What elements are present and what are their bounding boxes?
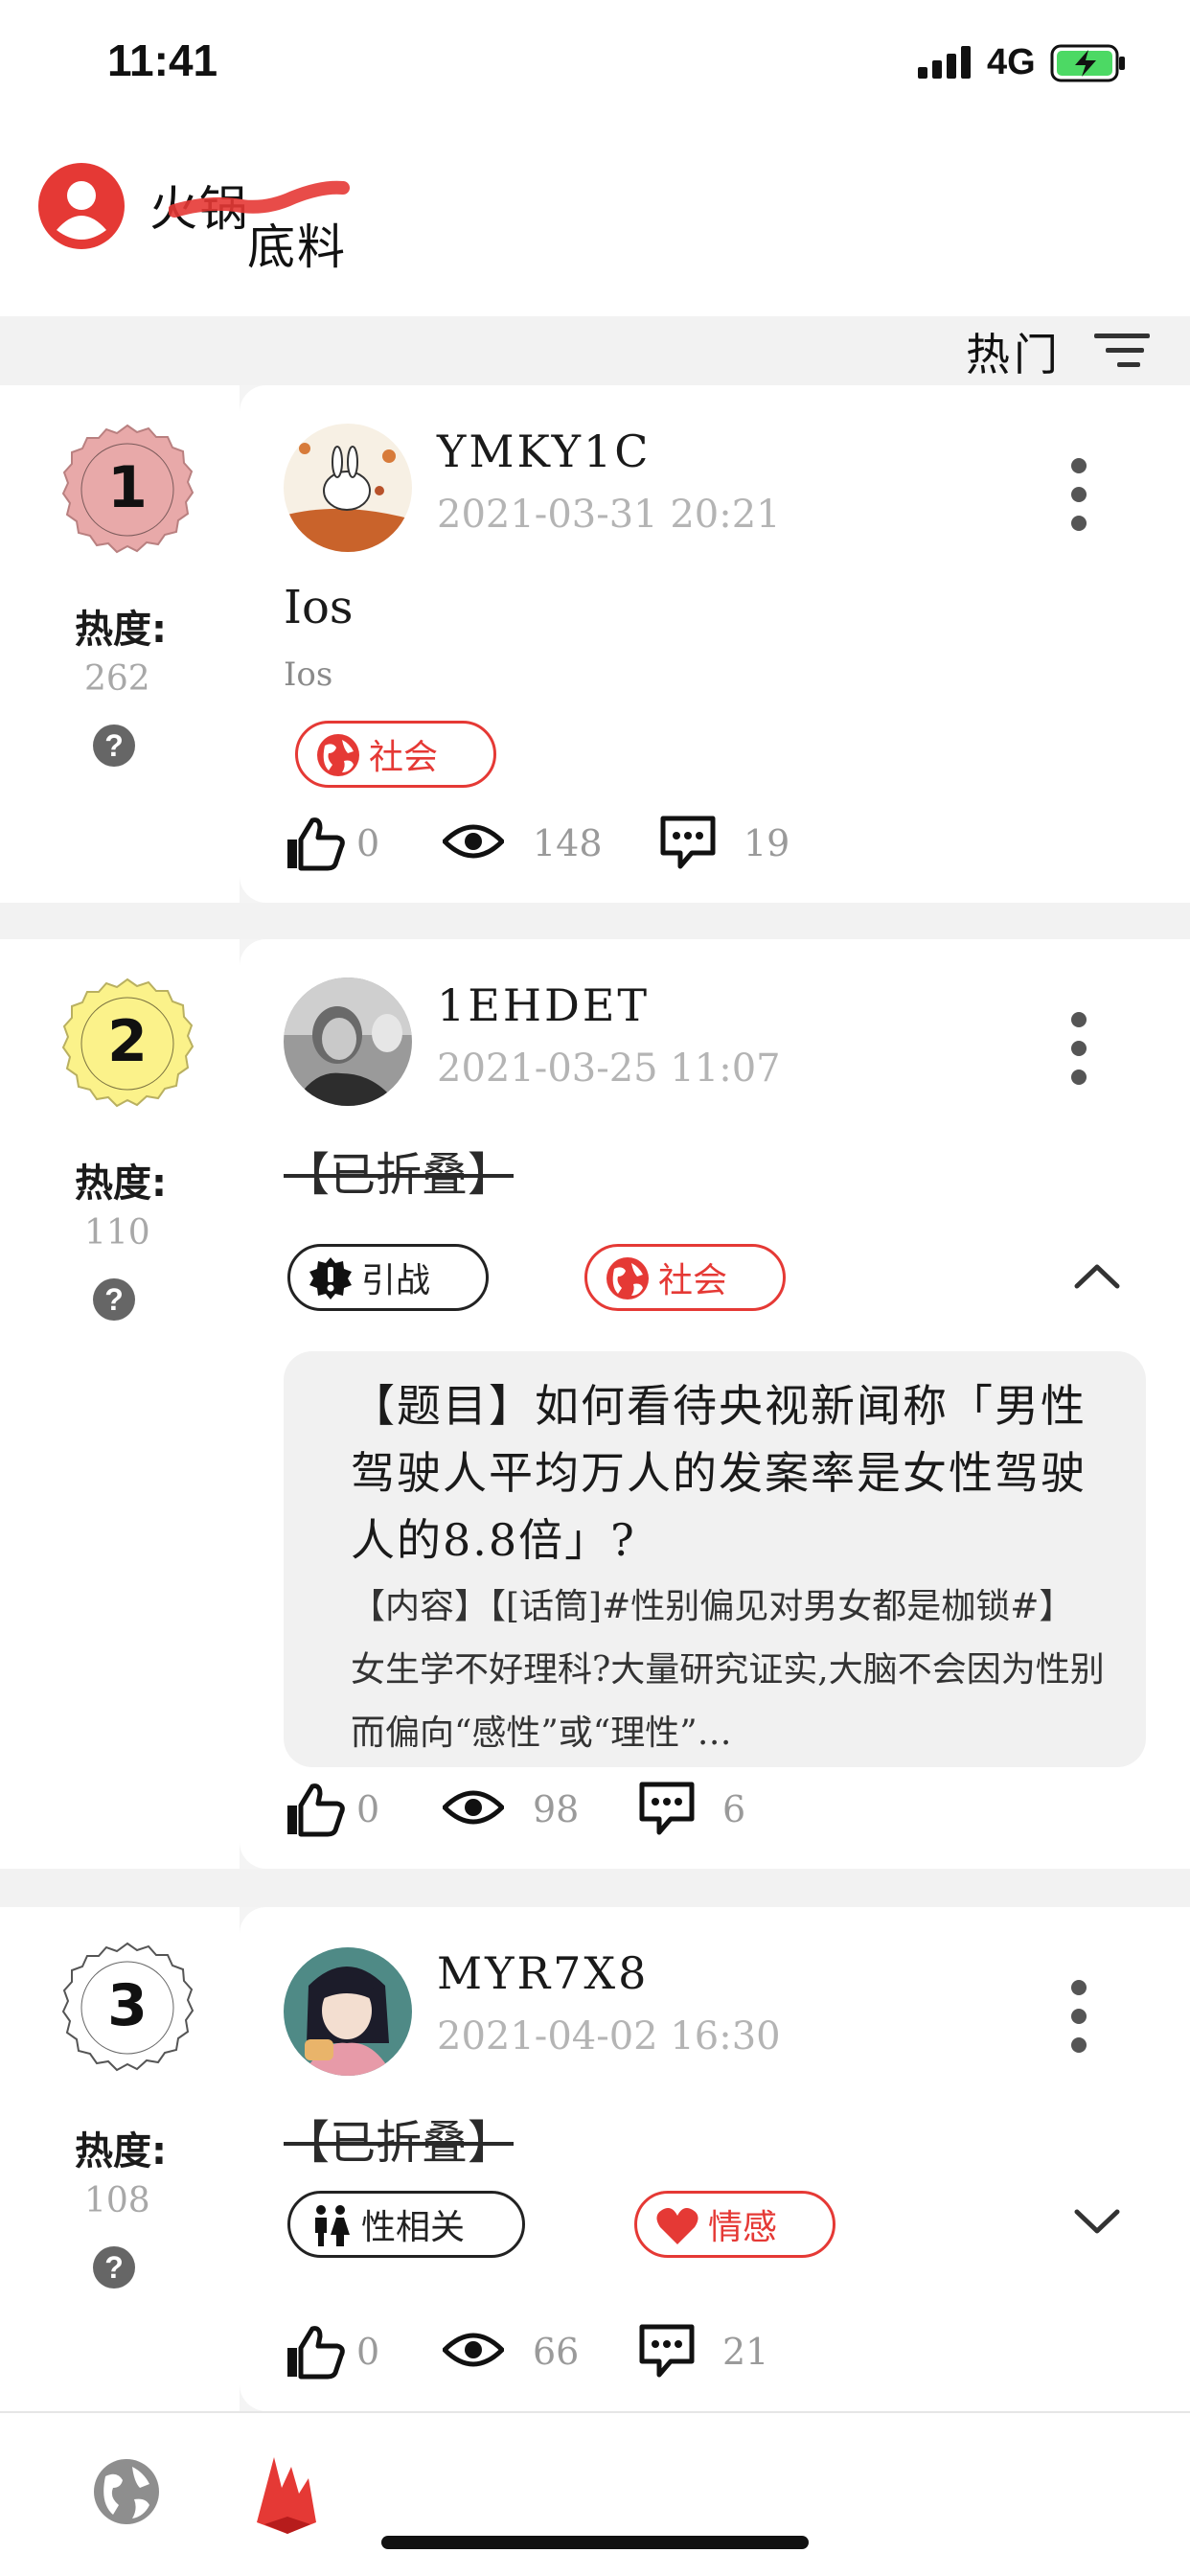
chevron-up-icon[interactable] xyxy=(1073,1261,1121,1290)
heat-value: 262 xyxy=(84,659,150,699)
battery-charging-icon xyxy=(1050,44,1125,82)
help-icon[interactable]: ? xyxy=(93,724,135,767)
tag-society[interactable]: 社会 xyxy=(295,721,496,788)
heat-value: 108 xyxy=(84,2181,150,2220)
more-options-icon[interactable] xyxy=(1060,1012,1098,1098)
eye-icon xyxy=(443,2333,504,2367)
user-profile-icon[interactable] xyxy=(38,163,125,249)
post-time: 2021-03-25 11:07 xyxy=(437,1046,781,1091)
thumbs-up-icon[interactable] xyxy=(284,1781,347,1838)
quoted-topic[interactable]: 【题目】如何看待央视新闻称「男性驾驶人平均万人的发案率是女性驾驶人的8.8倍」?… xyxy=(284,1351,1146,1767)
view-count: 98 xyxy=(533,1788,580,1830)
heat-label: 热度: xyxy=(75,608,167,652)
eye-icon xyxy=(443,1790,504,1825)
post-stats: 0 148 19 xyxy=(284,815,1146,882)
heat-label: 热度: xyxy=(75,2129,167,2174)
tag-label: 情感 xyxy=(708,2208,778,2247)
quote-body: 【内容】【[话筒]#性别偏见对男女都是枷锁#】女生学不好理科?大量研究证实,大脑… xyxy=(351,1587,1105,1753)
rank-column: 1 热度: 262 ? xyxy=(0,385,240,903)
author-avatar[interactable] xyxy=(284,1947,412,2076)
post-stats: 0 66 21 xyxy=(284,2323,1146,2390)
filter-icon[interactable] xyxy=(1094,330,1152,372)
like-count: 0 xyxy=(356,2331,380,2373)
comment-count: 6 xyxy=(722,1788,746,1830)
post-time: 2021-04-02 16:30 xyxy=(437,2014,781,2058)
post-title[interactable]: Ios xyxy=(284,581,354,634)
post-content: YMKY1C 2021-03-31 20:21 Ios Ios 社会 0 148 xyxy=(240,385,1190,903)
comment-count: 19 xyxy=(744,822,790,864)
app-header: 火锅 底料 xyxy=(0,125,1190,316)
like-count: 0 xyxy=(356,1788,380,1830)
post-card[interactable]: 2 热度: 110 ? 1EHDET 2021-03-25 11:07 【已折叠… xyxy=(0,939,1190,1869)
view-count: 66 xyxy=(533,2331,580,2373)
post-content: MYR7X8 2021-04-02 16:30 【已折叠】 性相关 情感 0 6… xyxy=(240,1907,1190,2411)
tag-label: 引战 xyxy=(361,1261,431,1300)
rank-column: 3 热度: 108 ? xyxy=(0,1907,240,2411)
thumbs-up-icon[interactable] xyxy=(284,815,347,872)
tag-emotion[interactable]: 情感 xyxy=(634,2191,835,2258)
author-avatar[interactable] xyxy=(284,424,412,552)
author-avatar[interactable] xyxy=(284,978,412,1106)
status-bar: 11:41 4G xyxy=(0,0,1190,125)
view-count: 148 xyxy=(533,822,603,864)
cellular-signal-icon xyxy=(918,46,971,79)
post-subtitle: Ios xyxy=(284,656,333,694)
tag-society[interactable]: 社会 xyxy=(584,1244,786,1311)
brand-scribble-mark xyxy=(169,180,350,218)
more-options-icon[interactable] xyxy=(1060,458,1098,544)
eye-icon xyxy=(443,824,504,859)
card-separator xyxy=(0,903,1190,939)
card-separator xyxy=(0,1869,1190,1907)
status-time: 11:41 xyxy=(107,35,218,85)
sort-bar: 热门 xyxy=(0,316,1190,385)
thumbs-up-icon[interactable] xyxy=(284,2323,347,2380)
author-name[interactable]: 1EHDET xyxy=(437,979,650,1031)
globe-tab-icon[interactable] xyxy=(92,2457,161,2526)
network-type: 4G xyxy=(987,42,1036,82)
heat-label: 热度: xyxy=(75,1162,167,1206)
post-card[interactable]: 1 热度: 262 ? YMKY1C 2021-03-31 20:21 Ios … xyxy=(0,385,1190,903)
folded-title[interactable]: 【已折叠】 xyxy=(284,2104,514,2172)
more-options-icon[interactable] xyxy=(1060,1980,1098,2066)
globe-icon xyxy=(606,1257,649,1300)
rank-number: 1 xyxy=(107,454,148,521)
chevron-down-icon[interactable] xyxy=(1073,2208,1121,2237)
sort-hot-label[interactable]: 热门 xyxy=(966,320,1062,383)
help-icon[interactable]: ? xyxy=(93,1278,135,1321)
tag-sex-related[interactable]: 性相关 xyxy=(287,2191,525,2258)
tag-label: 社会 xyxy=(369,738,439,777)
rank-column: 2 热度: 110 ? xyxy=(0,939,240,1869)
tag-label: 性相关 xyxy=(361,2208,466,2247)
help-icon[interactable]: ? xyxy=(93,2246,135,2288)
fire-tab-icon[interactable] xyxy=(253,2450,320,2536)
comment-icon[interactable] xyxy=(638,1781,696,1836)
heart-icon xyxy=(656,2208,698,2244)
author-name[interactable]: MYR7X8 xyxy=(437,1947,649,1999)
tag-label: 社会 xyxy=(658,1261,728,1300)
tag-flame-war[interactable]: 引战 xyxy=(287,1244,489,1311)
comment-icon[interactable] xyxy=(638,2323,696,2379)
post-content: 1EHDET 2021-03-25 11:07 【已折叠】 引战 社会 【题目】… xyxy=(240,939,1190,1869)
folded-title[interactable]: 【已折叠】 xyxy=(284,1137,514,1204)
alert-badge-icon xyxy=(309,1257,352,1300)
author-name[interactable]: YMKY1C xyxy=(437,426,651,477)
post-card[interactable]: 3 热度: 108 ? MYR7X8 2021-04-02 16:30 【已折叠… xyxy=(0,1907,1190,2411)
quote-title: 【题目】如何看待央视新闻称「男性驾驶人平均万人的发案率是女性驾驶人的8.8倍」? xyxy=(351,1380,1087,1566)
rank-number: 3 xyxy=(107,1972,148,2039)
post-stats: 0 98 6 xyxy=(284,1781,1146,1848)
bottom-tab-bar xyxy=(0,2411,1190,2576)
comment-icon[interactable] xyxy=(659,815,717,870)
couple-icon xyxy=(315,2205,350,2246)
comment-count: 21 xyxy=(722,2331,769,2373)
rank-number: 2 xyxy=(107,1008,148,1075)
post-time: 2021-03-31 20:21 xyxy=(437,493,781,537)
globe-icon xyxy=(317,734,359,776)
heat-value: 110 xyxy=(84,1213,150,1253)
like-count: 0 xyxy=(356,822,380,864)
home-indicator xyxy=(381,2536,809,2549)
